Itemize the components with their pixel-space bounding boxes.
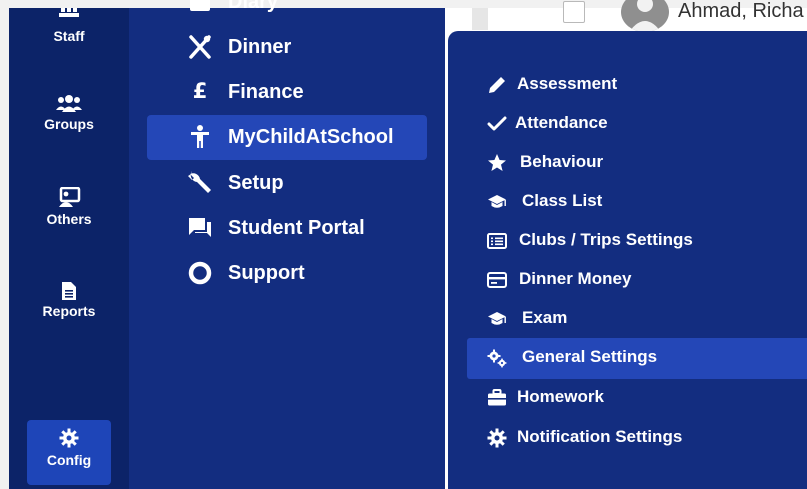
gear-icon [487,428,507,448]
submenu-item-attendance[interactable]: Attendance [467,104,807,143]
submenu-item-class-list[interactable]: Class List [467,182,807,221]
star-icon [488,154,506,171]
pencil-icon [489,77,505,93]
menu-item-dinner[interactable]: Dinner [147,25,427,70]
submenu-item-label: General Settings [522,347,658,366]
graduation-cap-icon [488,195,506,208]
menu-item-diary[interactable]: Diary [147,0,427,25]
child-icon [191,125,209,148]
rail-item-staff[interactable]: Staff [9,8,129,44]
graduation-cap-icon [488,312,506,325]
rail-item-others[interactable]: Others [9,187,129,227]
submenu-item-label: Clubs / Trips Settings [519,230,693,249]
cogs-icon [487,349,507,368]
check-icon [487,116,507,131]
rail-item-groups[interactable]: Groups [9,94,129,132]
submenu-item-label: Dinner Money [519,269,632,288]
avatar [621,0,669,32]
menu-item-setup[interactable]: Setup [147,161,427,206]
rail-item-reports[interactable]: Reports [9,281,129,319]
diary-icon [190,0,210,11]
menu-item-label: Support [228,262,305,284]
rail-item-label: Staff [53,28,85,44]
menu-item-label: MyChildAtSchool [228,126,394,148]
submenu-item-label: Behaviour [520,152,604,171]
list-icon [487,233,507,249]
menu-item-label: Dinner [228,36,292,58]
submenu-item-clubs-trips-settings[interactable]: Clubs / Trips Settings [467,221,807,260]
groups-icon [56,95,82,112]
reports-icon [62,282,76,300]
wrench-icon [188,171,211,193]
menu-item-label: Setup [228,172,284,194]
others-icon [59,187,81,207]
cutlery-icon [189,35,211,59]
rail-item-label: Groups [44,116,94,132]
card-icon [487,272,507,288]
rail-item-label: Config [46,452,92,468]
menu-item-support[interactable]: Support [147,251,427,296]
submenu-item-exam[interactable]: Exam [467,299,807,338]
student-name: Ahmad, Richa [678,0,804,22]
pound-icon: £ [193,79,208,103]
primary-nav-rail: Staff Groups Others Reports Config [9,8,129,489]
submenu-item-label: Exam [522,308,568,327]
submenu-item-label: Attendance [515,113,608,132]
rail-item-label: Others [46,211,92,227]
staff-icon [59,8,79,17]
menu-item-label: Student Portal [228,217,365,239]
submenu-item-behaviour[interactable]: Behaviour [467,143,807,182]
gear-icon [59,428,79,448]
briefcase-icon [488,389,506,406]
rail-item-label: Reports [42,303,96,319]
menu-item-label: Finance [228,81,304,103]
secondary-menu: Diary Dinner £ Finance MyChildAtSchool S… [129,0,445,489]
submenu-item-notification-settings[interactable]: Notification Settings [467,418,807,457]
submenu-item-label: Assessment [517,74,618,93]
submenu-panel: Assessment Attendance Behaviour Class Li… [448,31,807,489]
submenu-item-label: Homework [517,387,604,406]
svg-text:£: £ [193,79,208,103]
rail-item-config[interactable]: Config [27,420,111,485]
ring-icon [188,261,212,285]
submenu-item-label: Notification Settings [517,427,683,446]
submenu-item-dinner-money[interactable]: Dinner Money [467,260,807,299]
menu-item-label: Diary [228,0,279,13]
menu-item-mychildatschool[interactable]: MyChildAtSchool [147,115,427,160]
submenu-item-general-settings[interactable]: General Settings [467,338,807,379]
row-checkbox[interactable] [563,1,585,23]
submenu-item-label: Class List [522,191,603,210]
menu-item-finance[interactable]: £ Finance [147,70,427,115]
submenu-item-assessment[interactable]: Assessment [467,65,807,104]
window-left-edge [0,8,9,489]
submenu-item-homework[interactable]: Homework [467,378,807,417]
chat-icon [189,218,211,237]
background-scroll-track [472,8,488,30]
menu-item-student-portal[interactable]: Student Portal [147,206,427,251]
